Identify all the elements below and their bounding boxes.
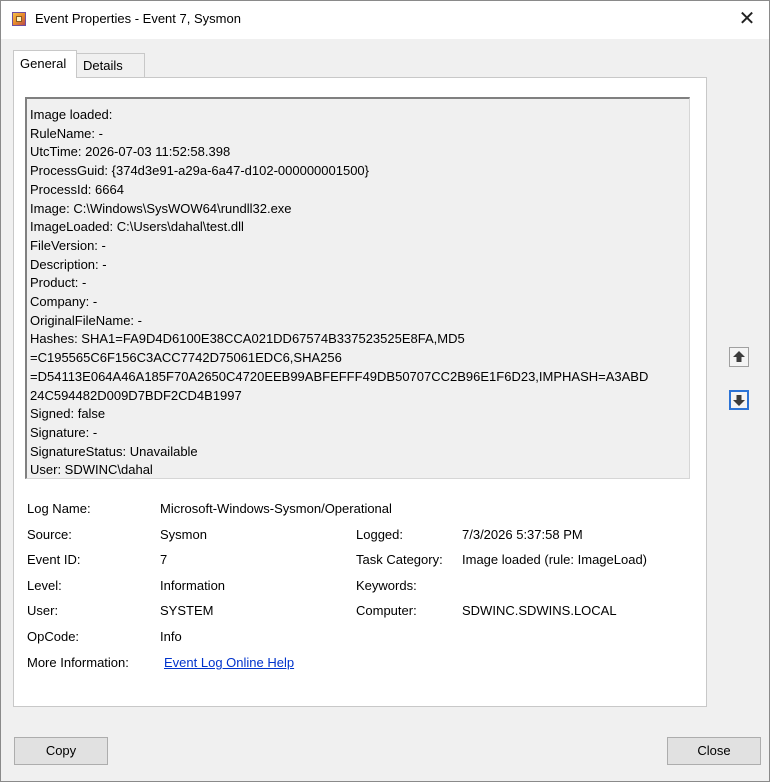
tab-general[interactable]: General	[13, 50, 77, 78]
description-line: RuleName: -	[30, 125, 103, 141]
description-line: Hashes: SHA1=FA9D4D6100E38CCA021DD67574B…	[30, 331, 465, 347]
description-line: UtcTime: 2026-07-03 11:52:58.398	[30, 144, 231, 160]
description-line: FileVersion: -	[30, 237, 106, 253]
description-line: Image loaded:	[30, 107, 113, 122]
task-category-value: Image loaded (rule: ImageLoad)	[462, 552, 648, 567]
description-line: ProcessId: 6664	[30, 181, 124, 197]
description-line: OriginalFileName: -	[30, 312, 142, 328]
description-line: SignatureStatus: Unavailable	[30, 443, 198, 459]
computer-label: Computer:	[356, 603, 417, 618]
arrow-up-icon	[733, 351, 745, 362]
arrow-down-icon	[733, 395, 745, 406]
next-event-button[interactable]	[729, 390, 749, 410]
description-line: Image: C:\Windows\SysWOW64\rundll32.exe	[30, 200, 292, 216]
event-log-online-help-link[interactable]: Event Log Online Help	[164, 655, 294, 670]
more-information-label: More Information:	[27, 655, 129, 670]
description-line: 24C594482D009D7BDF2CD4B1997	[30, 387, 242, 403]
log-name-label: Log Name:	[27, 501, 91, 516]
event-id-value: 7	[160, 552, 168, 567]
event-description-box[interactable]: Image loaded: RuleName: - UtcTime: 2026-07…	[25, 97, 690, 479]
tab-details[interactable]: Details	[77, 53, 145, 78]
event-viewer-icon	[12, 12, 26, 26]
level-value: Information	[160, 578, 226, 593]
description-line: Company: -	[30, 294, 98, 310]
description-line: Product: -	[30, 275, 87, 291]
opcode-label: OpCode:	[27, 629, 80, 644]
source-value: Sysmon	[160, 527, 207, 542]
general-panel: Image loaded: RuleName: - UtcTime: 2026-07…	[13, 77, 707, 707]
log-name-value: Microsoft-Windows-Sysmon/Operational	[160, 501, 392, 516]
user-label: User:	[27, 603, 59, 618]
level-label: Level:	[27, 578, 62, 593]
task-category-label: Task Category:	[356, 552, 443, 567]
description-line: =C195565C6F156C3ACC7742D75061EDC6,SHA256	[30, 350, 342, 366]
event-id-label: Event ID:	[27, 552, 81, 567]
description-line: Signature: -	[30, 424, 98, 440]
description-line: Signed: false	[30, 406, 106, 422]
description-line: ImageLoaded: C:\Users\dahal\test.dll	[30, 219, 244, 235]
copy-button[interactable]: Copy	[14, 737, 108, 765]
user-value: SYSTEM	[160, 603, 214, 618]
close-icon[interactable]: ✕	[735, 7, 759, 31]
event-properties-window: Event Properties - Event 7, Sysmon ✕ Gen…	[0, 0, 770, 782]
description-line: User: SDWINC\dahal	[30, 462, 153, 478]
window-title: Event Properties - Event 7, Sysmon	[35, 11, 241, 26]
keywords-label: Keywords:	[356, 578, 417, 593]
logged-label: Logged:	[356, 527, 403, 542]
opcode-value: Info	[160, 629, 182, 644]
description-line: =D54113E064A46A185F70A2650C4720EEB99ABFE…	[30, 368, 649, 384]
description-line: ProcessGuid: {374d3e91-a29a-6a47-d102-00…	[30, 163, 370, 179]
computer-value: SDWINC.SDWINS.LOCAL	[462, 603, 617, 618]
logged-value: 7/3/2026 5:37:58 PM	[462, 527, 583, 542]
previous-event-button[interactable]	[729, 347, 749, 367]
title-bar[interactable]: Event Properties - Event 7, Sysmon ✕	[1, 1, 769, 39]
source-label: Source:	[27, 527, 72, 542]
close-button[interactable]: Close	[667, 737, 761, 765]
description-line: Description: -	[30, 256, 107, 272]
